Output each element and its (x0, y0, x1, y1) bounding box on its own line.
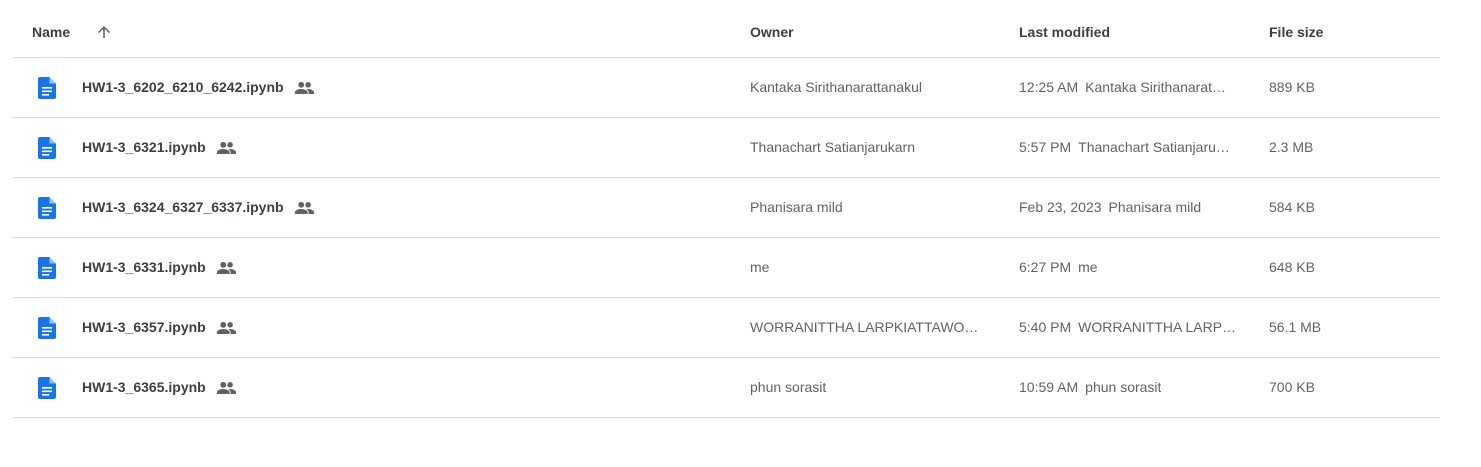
file-size-cell: 648 KB (1269, 259, 1315, 275)
owner-cell: me (750, 259, 770, 275)
document-icon (36, 58, 58, 117)
owner-cell: WORRANITTHA LARPKIATTAWO… (750, 319, 979, 335)
document-icon (36, 118, 58, 177)
table-row[interactable]: HW1-3_6324_6327_6337.ipynb Phanisara mil… (12, 178, 1440, 238)
file-size-cell: 889 KB (1269, 79, 1315, 95)
table-header: Name Owner Last modified File size (12, 0, 1440, 58)
last-modified-cell: 10:59 AM phun sorasit (1019, 358, 1257, 417)
file-size-cell: 56.1 MB (1269, 319, 1322, 335)
modified-time: 5:40 PM (1019, 319, 1072, 335)
last-modified-cell: 5:40 PM WORRANITTHA LARP… (1019, 298, 1257, 357)
column-header-file-size[interactable]: File size (1269, 0, 1323, 57)
document-icon (36, 238, 58, 297)
file-name: HW1-3_6365.ipynb (82, 379, 206, 395)
file-rows: HW1-3_6202_6210_6242.ipynb Kantaka Sirit… (12, 58, 1440, 418)
modified-by: Thanachart Satianjaru… (1078, 139, 1230, 155)
modified-time: Feb 23, 2023 (1019, 199, 1102, 215)
file-size-cell: 2.3 MB (1269, 139, 1314, 155)
shared-people-icon (293, 201, 315, 215)
arrow-up-icon[interactable] (94, 0, 114, 57)
file-name-cell[interactable]: HW1-3_6357.ipynb (82, 298, 722, 357)
modified-time: 10:59 AM (1019, 379, 1079, 395)
modified-by: phun sorasit (1085, 379, 1162, 395)
table-row[interactable]: HW1-3_6365.ipynb phun sorasit 10:59 AM ph… (12, 358, 1440, 418)
shared-people-icon (215, 261, 237, 275)
file-name: HW1-3_6324_6327_6337.ipynb (82, 199, 284, 215)
shared-people-icon (215, 381, 237, 395)
column-header-name[interactable]: Name (32, 0, 70, 57)
modified-by: WORRANITTHA LARP… (1078, 319, 1237, 335)
owner-cell: phun sorasit (750, 379, 827, 395)
shared-people-icon (293, 81, 315, 95)
column-header-last-modified[interactable]: Last modified (1019, 0, 1110, 57)
file-list-table: Name Owner Last modified File size HW1-3… (12, 0, 1440, 418)
last-modified-cell: 12:25 AM Kantaka Sirithanarat… (1019, 58, 1257, 117)
document-icon (36, 358, 58, 417)
table-row[interactable]: HW1-3_6357.ipynb WORRANITTHA LARPKIATTAW… (12, 298, 1440, 358)
table-row[interactable]: HW1-3_6331.ipynb me 6:27 PM me 648 KB (12, 238, 1440, 298)
file-name-cell[interactable]: HW1-3_6365.ipynb (82, 358, 722, 417)
file-name-cell[interactable]: HW1-3_6331.ipynb (82, 238, 722, 297)
modified-by: Kantaka Sirithanarat… (1085, 79, 1227, 95)
file-name: HW1-3_6357.ipynb (82, 319, 206, 335)
table-row[interactable]: HW1-3_6321.ipynb Thanachart Satianjaruka… (12, 118, 1440, 178)
file-name: HW1-3_6321.ipynb (82, 139, 206, 155)
file-name: HW1-3_6202_6210_6242.ipynb (82, 79, 284, 95)
modified-time: 12:25 AM (1019, 79, 1079, 95)
modified-time: 5:57 PM (1019, 139, 1072, 155)
file-size-cell: 584 KB (1269, 199, 1315, 215)
column-header-owner[interactable]: Owner (750, 0, 794, 57)
shared-people-icon (215, 321, 237, 335)
shared-people-icon (215, 141, 237, 155)
table-row[interactable]: HW1-3_6202_6210_6242.ipynb Kantaka Sirit… (12, 58, 1440, 118)
modified-by: Phanisara mild (1108, 199, 1202, 215)
file-name-cell[interactable]: HW1-3_6321.ipynb (82, 118, 722, 177)
owner-cell: Phanisara mild (750, 199, 843, 215)
last-modified-cell: 5:57 PM Thanachart Satianjaru… (1019, 118, 1257, 177)
modified-time: 6:27 PM (1019, 259, 1072, 275)
file-name: HW1-3_6331.ipynb (82, 259, 206, 275)
owner-cell: Kantaka Sirithanarattanakul (750, 79, 922, 95)
last-modified-cell: Feb 23, 2023 Phanisara mild (1019, 178, 1257, 237)
modified-by: me (1078, 259, 1098, 275)
document-icon (36, 178, 58, 237)
file-size-cell: 700 KB (1269, 379, 1315, 395)
file-name-cell[interactable]: HW1-3_6324_6327_6337.ipynb (82, 178, 722, 237)
document-icon (36, 298, 58, 357)
last-modified-cell: 6:27 PM me (1019, 238, 1257, 297)
owner-cell: Thanachart Satianjarukarn (750, 139, 915, 155)
file-name-cell[interactable]: HW1-3_6202_6210_6242.ipynb (82, 58, 722, 117)
